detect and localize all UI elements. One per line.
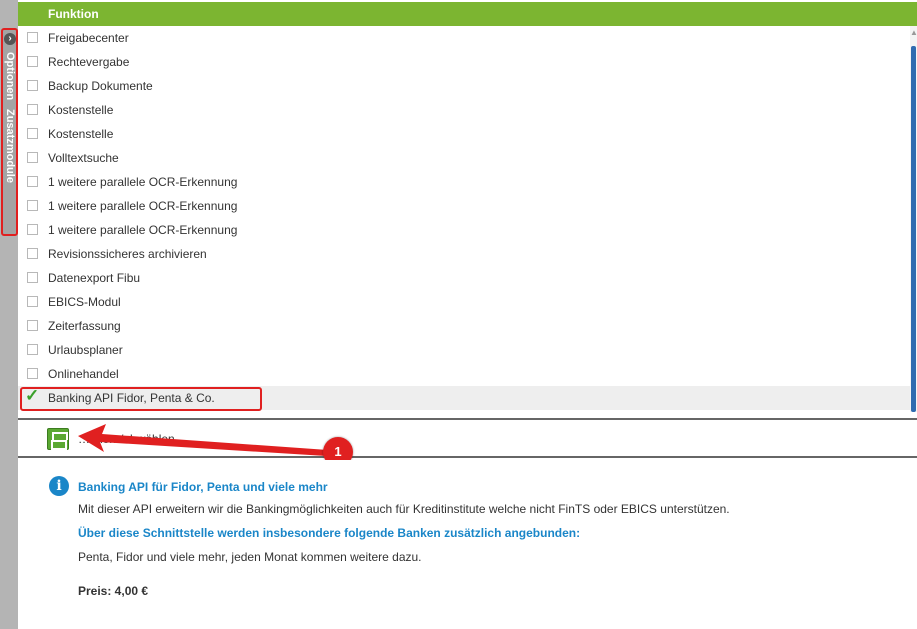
list-item-label: Banking API Fidor, Penta & Co.	[48, 391, 215, 405]
list-item-label: Onlinehandel	[48, 367, 119, 381]
list-item-label: Revisionssicheres archivieren	[48, 247, 207, 261]
options-addons-tab[interactable]: › Optionen Zusatzmodule	[1, 28, 18, 236]
checkbox[interactable]	[27, 296, 38, 307]
module-list: Freigabecenter Rechtevergabe Backup Dokume…	[18, 26, 910, 412]
list-item[interactable]: Urlaubsplaner	[18, 338, 910, 362]
info-description: Mit dieser API erweitern wir die Banking…	[78, 502, 730, 516]
list-item-label: EBICS-Modul	[48, 295, 121, 309]
checkbox[interactable]	[27, 80, 38, 91]
arrow-head	[78, 424, 328, 456]
checkbox[interactable]	[27, 248, 38, 259]
list-item[interactable]: 1 weitere parallele OCR-Erkennung	[18, 194, 910, 218]
list-item-label: 1 weitere parallele OCR-Erkennung	[48, 223, 238, 237]
list-item-label: Zeiterfassung	[48, 319, 121, 333]
checkbox[interactable]	[27, 200, 38, 211]
info-title: Banking API für Fidor, Penta und viele m…	[78, 480, 328, 494]
scrollbar[interactable]: ▲	[910, 26, 917, 412]
side-tab-label: Optionen Zusatzmodule	[3, 52, 17, 232]
list-item-label: Volltextsuche	[48, 151, 119, 165]
scroll-thumb[interactable]	[911, 46, 916, 412]
list-item-label: Rechtevergabe	[48, 55, 130, 69]
checkbox[interactable]	[27, 128, 38, 139]
checkbox[interactable]	[27, 368, 38, 379]
list-item[interactable]: Backup Dokumente	[18, 74, 910, 98]
list-item-label: Datenexport Fibu	[48, 271, 141, 285]
checkbox[interactable]	[27, 272, 38, 283]
checkbox[interactable]	[27, 56, 38, 67]
checkbox[interactable]	[27, 320, 38, 331]
tab-zusatzmodule[interactable]: Zusatzmodule	[3, 109, 17, 183]
info-icon: i	[49, 476, 69, 496]
module-info-panel: i Banking API für Fidor, Penta und viele…	[18, 460, 917, 629]
list-item[interactable]: Volltextsuche	[18, 146, 910, 170]
checkbox[interactable]	[27, 176, 38, 187]
expand-chevron-icon[interactable]: ›	[4, 33, 16, 45]
price-label: Preis: 4,00 €	[78, 584, 149, 598]
list-item-label: Freigabecenter	[48, 31, 129, 45]
list-item-label: 1 weitere parallele OCR-Erkennung	[48, 199, 238, 213]
checkbox[interactable]	[27, 152, 38, 163]
list-item[interactable]: 1 weitere parallele OCR-Erkennung	[18, 170, 910, 194]
list-item[interactable]: Freigabecenter	[18, 26, 910, 50]
tab-optionen[interactable]: Optionen	[3, 52, 17, 100]
scroll-up-arrow-icon[interactable]: ▲	[910, 28, 917, 40]
list-item[interactable]: ✓ Banking API Fidor, Penta & Co.	[18, 386, 910, 411]
table-header: Funktion	[18, 2, 917, 26]
list-item-label: Backup Dokumente	[48, 79, 153, 93]
info-subtitle: Über diese Schnittstelle werden insbeson…	[78, 526, 581, 540]
list-item-label: Kostenstelle	[48, 103, 114, 117]
checkbox[interactable]	[27, 32, 38, 43]
info-banks: Penta, Fidor und viele mehr, jeden Monat…	[78, 550, 422, 564]
list-item[interactable]: Zeiterfassung	[18, 314, 910, 338]
checkbox[interactable]	[27, 104, 38, 115]
list-item[interactable]: Rechtevergabe	[18, 50, 910, 74]
list-item[interactable]: 1 weitere parallele OCR-Erkennung	[18, 218, 910, 242]
list-item[interactable]: Datenexport Fibu	[18, 266, 910, 290]
floppy-disk-icon[interactable]	[47, 428, 69, 450]
column-header-funktion[interactable]: Funktion	[48, 7, 99, 21]
list-item[interactable]: EBICS-Modul	[18, 290, 910, 314]
list-item[interactable]: Onlinehandel	[18, 362, 910, 386]
list-item-label: 1 weitere parallele OCR-Erkennung	[48, 175, 238, 189]
list-item[interactable]: Revisionssicheres archivieren	[18, 242, 910, 266]
list-item-label: Urlaubsplaner	[48, 343, 123, 357]
checkbox[interactable]	[27, 344, 38, 355]
checkbox[interactable]	[27, 224, 38, 235]
list-item[interactable]: Kostenstelle	[18, 122, 910, 146]
list-item[interactable]: Kostenstelle	[18, 98, 910, 122]
list-item-label: Kostenstelle	[48, 127, 114, 141]
